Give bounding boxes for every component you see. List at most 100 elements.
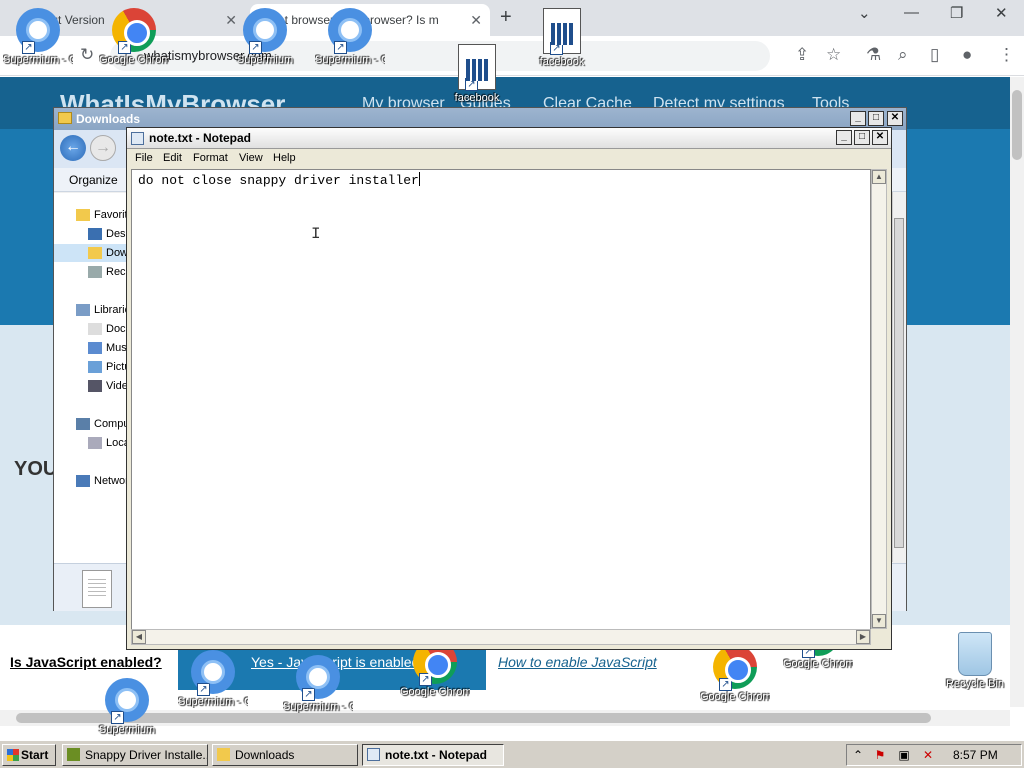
desktop-icon-facebook[interactable]: ↗ facebook — [527, 8, 597, 68]
back-arrow-icon[interactable]: ← — [60, 135, 86, 161]
menu-file[interactable]: File — [135, 152, 153, 164]
address-bar[interactable]: whatismybrowser.com — [110, 41, 770, 71]
videos-icon — [88, 380, 102, 393]
notepad-title-bar[interactable]: note.txt - Notepad _ □ ✕ — [127, 128, 891, 149]
clock[interactable]: 8:57 PM — [953, 748, 998, 762]
nav-downloads[interactable]: Downloads — [54, 244, 128, 262]
taskbar-notepad[interactable]: note.txt - Notepad — [362, 744, 504, 766]
taskbar-downloads[interactable]: Downloads — [212, 744, 358, 766]
start-label: Start — [21, 748, 49, 762]
desktop-icon-supermium[interactable]: ↗ Supermium — [92, 678, 162, 736]
share-icon[interactable]: ⇪ — [795, 45, 809, 65]
explorer-scroll-thumb[interactable] — [894, 218, 904, 548]
nav-favorites[interactable]: Favorites — [76, 206, 128, 224]
menu-view[interactable]: View — [239, 152, 263, 164]
disk-icon — [88, 437, 102, 450]
menu-help[interactable]: Help — [273, 152, 296, 164]
close-button[interactable]: ✕ — [872, 130, 888, 145]
network-icon[interactable]: ▣ — [897, 748, 911, 762]
scroll-up-icon[interactable]: ▲ — [872, 170, 886, 184]
supermium-icon: ↗ — [296, 655, 340, 701]
nav-computer[interactable]: Computer — [76, 415, 128, 433]
notepad-content: do not close snappy driver installer — [138, 172, 420, 188]
desktop-icon-supermium[interactable]: ↗ Supermium - Copy (3) — [3, 8, 73, 66]
lab-flask-icon[interactable]: ⚗ — [866, 45, 881, 65]
desktop-icon-chrome-copy[interactable]: ↗ Google Chrome - C... — [700, 645, 770, 703]
close-button[interactable]: ✕ — [887, 111, 903, 126]
desktop-icon-facebook[interactable]: ↗ facebook — [442, 44, 512, 104]
search-icon[interactable]: ⌕ — [898, 45, 908, 65]
nav-local-disk[interactable]: Local Disk (C:) — [88, 434, 128, 452]
js-question-link[interactable]: Is JavaScript enabled? — [10, 654, 162, 670]
close-icon[interactable]: ✕ — [470, 12, 482, 29]
computer-icon — [76, 418, 90, 431]
start-button[interactable]: Start — [2, 744, 56, 766]
js-how-link[interactable]: How to enable JavaScript — [498, 654, 657, 670]
profile-icon[interactable]: ● — [962, 45, 972, 65]
menu-kebab-icon[interactable]: ⋮ — [998, 45, 1015, 65]
supermium-icon: ↗ — [243, 8, 287, 54]
star-icon — [76, 209, 90, 222]
minimize-button[interactable]: — — [904, 4, 919, 21]
taskbar: Start Snappy Driver Installe... Download… — [0, 740, 1024, 768]
security-alert-icon[interactable]: ⚑ — [873, 748, 887, 762]
forward-arrow-icon[interactable]: → — [90, 135, 116, 161]
desktop-icon-chrome[interactable]: ↗ Google Chrome — [99, 8, 169, 66]
close-window-button[interactable]: ✕ — [995, 4, 1008, 22]
scroll-left-icon[interactable]: ◀ — [132, 630, 146, 644]
notepad-menu-bar: File Edit Format View Help — [127, 149, 891, 169]
chrome-icon: ↗ — [713, 645, 757, 691]
maximize-button[interactable]: □ — [854, 130, 870, 145]
system-tray: ⌃ ⚑ ▣ ✕ 8:57 PM — [846, 744, 1022, 766]
ibeam-cursor-icon: I — [311, 225, 321, 243]
nav-recent-places[interactable]: Recent Places — [88, 263, 128, 281]
explorer-title: Downloads — [76, 112, 141, 126]
scroll-down-icon[interactable]: ▼ — [872, 614, 886, 628]
side-panel-icon[interactable]: ▯ — [930, 45, 939, 65]
organize-button[interactable]: Organize — [69, 173, 118, 187]
reload-icon[interactable]: ↻ — [80, 45, 94, 65]
nav-pictures[interactable]: Pictures — [88, 358, 128, 376]
tray-expand-icon[interactable]: ⌃ — [851, 748, 865, 762]
minimize-button[interactable]: _ — [836, 130, 852, 145]
nav-libraries[interactable]: Libraries — [76, 301, 128, 319]
menu-format[interactable]: Format — [193, 152, 228, 164]
desktop-icon-supermium[interactable]: ↗ Supermium — [230, 8, 300, 66]
nav-network[interactable]: Network — [76, 472, 128, 490]
scroll-right-icon[interactable]: ▶ — [856, 630, 870, 644]
tab-search-icon[interactable]: ⌄ — [858, 4, 871, 22]
explorer-navigation-pane: Favorites Desktop Downloads Recent Place… — [54, 193, 128, 611]
nav-documents[interactable]: Documents — [88, 320, 128, 338]
facebook-calendar-icon: ↗ — [458, 44, 496, 91]
you-heading: YOU — [14, 458, 58, 480]
nav-videos[interactable]: Videos — [88, 377, 128, 395]
desktop-icon-supermium-copy-5[interactable]: ↗ Supermium - Copy (5) — [283, 655, 353, 713]
documents-icon — [88, 323, 102, 336]
desktop-icon-recycle-bin[interactable]: Recycle Bin — [940, 632, 1010, 690]
notepad-text-area[interactable]: do not close snappy driver installer — [131, 169, 871, 644]
text-document-icon — [82, 570, 112, 608]
minimize-button[interactable]: _ — [850, 111, 866, 126]
desktop-icon-supermium-copy-5[interactable]: ↗ Supermium - Copy (5) - ... — [315, 8, 385, 66]
nav-music[interactable]: Music — [88, 339, 128, 357]
menu-edit[interactable]: Edit — [163, 152, 182, 164]
maximize-button[interactable]: □ — [868, 111, 884, 126]
pictures-icon — [88, 361, 102, 374]
restore-button[interactable]: ❐ — [950, 4, 963, 22]
notepad-icon — [131, 132, 144, 145]
network-icon — [76, 475, 90, 488]
folder-icon — [217, 748, 230, 761]
bookmark-star-icon[interactable]: ☆ — [826, 45, 841, 65]
supermium-icon: ↗ — [328, 8, 372, 54]
chrome-icon: ↗ — [112, 8, 156, 54]
volume-muted-icon[interactable]: ✕ — [921, 748, 935, 762]
nav-desktop[interactable]: Desktop — [88, 225, 128, 243]
notepad-vertical-scrollbar[interactable]: ▲ ▼ — [871, 169, 887, 629]
page-vertical-scrollbar[interactable] — [1010, 77, 1024, 707]
taskbar-snappy-driver[interactable]: Snappy Driver Installe... — [62, 744, 208, 766]
notepad-horizontal-scrollbar[interactable]: ◀ ▶ — [131, 629, 871, 645]
desktop-icon-supermium-copy-4[interactable]: ↗ Supermium - Copy (4) — [178, 650, 248, 708]
new-tab-button[interactable]: + — [500, 6, 512, 29]
page-scroll-thumb[interactable] — [1012, 90, 1022, 160]
notepad-window[interactable]: note.txt - Notepad _ □ ✕ File Edit Forma… — [126, 127, 892, 650]
